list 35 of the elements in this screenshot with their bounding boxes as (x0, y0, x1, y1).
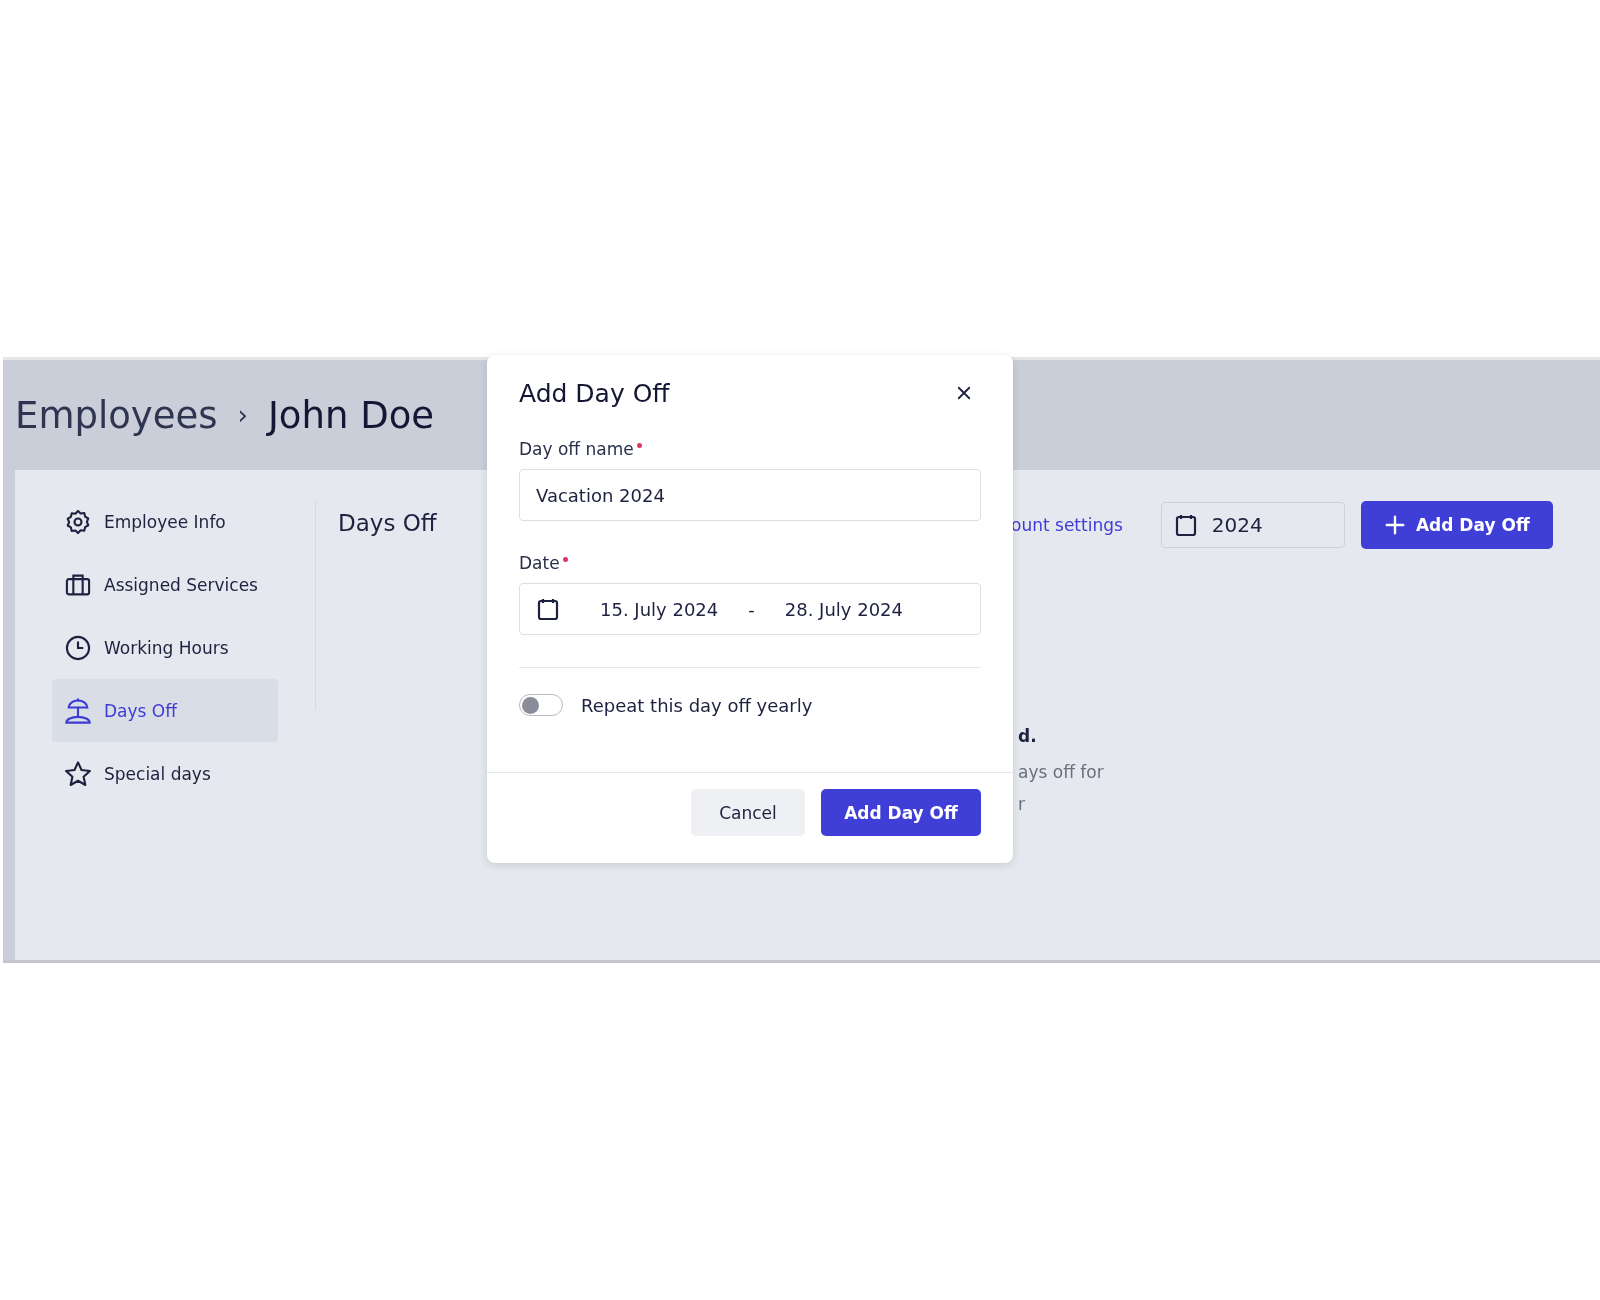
toggle-label: Repeat this day off yearly (581, 694, 813, 716)
star-icon (64, 759, 92, 788)
beach-umbrella-icon (64, 696, 92, 725)
breadcrumb-link[interactable]: Employees (15, 393, 218, 437)
close-icon[interactable] (955, 384, 973, 402)
sidebar-item[interactable]: Days Off (52, 679, 278, 742)
end-date: 28. July 2024 (784, 598, 903, 620)
year-field[interactable]: 2024 (1160, 502, 1345, 548)
calendar-icon (536, 597, 560, 621)
calendar-icon (1173, 513, 1198, 537)
field-label: Day off name (519, 439, 634, 459)
field-label: Date (519, 553, 560, 573)
add-day-off-button[interactable]: Add Day Off (821, 789, 981, 836)
plus-icon (1383, 514, 1406, 536)
day-off-name-field[interactable]: Vacation 2024 (519, 469, 981, 521)
clock-icon (64, 633, 92, 662)
breadcrumb-separator: › (237, 400, 248, 430)
add-day-off-button[interactable]: Add Day Off (1360, 501, 1553, 549)
gear-icon (64, 507, 92, 536)
date-separator: - (748, 598, 755, 620)
empty-state-text: ays off for (1018, 762, 1104, 784)
sidebar-item[interactable]: Working Hours (52, 616, 278, 679)
start-date: 15. July 2024 (600, 598, 719, 620)
sidebar-item[interactable]: Employee Info (52, 490, 278, 553)
empty-state-text: r (1018, 794, 1025, 816)
cancel-button[interactable]: Cancel (691, 789, 805, 836)
sidebar-item[interactable]: Assigned Services (52, 553, 278, 616)
date-range-field[interactable]: 15. July 2024 - 28. July 2024 (519, 583, 981, 635)
empty-state-title: d. (1018, 726, 1037, 748)
settings-link[interactable]: ount settings (1011, 515, 1123, 535)
dialog-title: Add Day Off (519, 378, 670, 408)
repeat-toggle[interactable] (519, 694, 563, 716)
breadcrumb-current: John Doe (267, 393, 435, 437)
sidebar-item[interactable]: Special days (52, 742, 278, 805)
section-title: Days Off (338, 510, 437, 536)
